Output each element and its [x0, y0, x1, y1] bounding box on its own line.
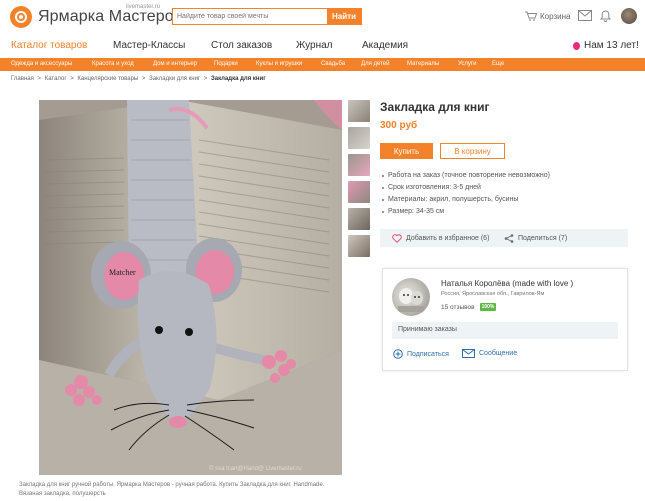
buy-button[interactable]: Купить: [380, 143, 433, 159]
breadcrumb-separator: >: [70, 76, 74, 82]
bell-icon[interactable]: [600, 10, 611, 22]
product-title: Закладка для книг: [380, 100, 490, 114]
thumbnail[interactable]: [348, 100, 370, 122]
product-photo[interactable]: Matcher © ssa tcan@Hand@ Livemaster.ru: [39, 100, 342, 475]
category-kids[interactable]: Для детей: [361, 61, 390, 67]
seller-location: Россия, Ярославская обл., Гаврилов-Ям: [441, 291, 545, 297]
nav-master-classes[interactable]: Мастер-Классы: [113, 40, 185, 51]
seller-reviews[interactable]: 15 отзывов 100%: [441, 303, 497, 311]
message-button[interactable]: Сообщение: [462, 349, 517, 358]
nav-journal[interactable]: Журнал: [296, 40, 333, 51]
logo-subtext: livemaster.ru: [126, 4, 161, 10]
promo-link[interactable]: Нам 13 лет!: [573, 40, 639, 51]
logo-icon: [10, 6, 32, 28]
category-beauty[interactable]: Красота и уход: [92, 61, 134, 67]
logo-text: Ярмарка Мастеров: [38, 8, 183, 25]
cart-icon: [525, 11, 537, 21]
thumbnail[interactable]: [348, 154, 370, 176]
thumbnail[interactable]: [348, 181, 370, 203]
rating-badge: 100%: [479, 303, 497, 311]
heart-icon: [392, 234, 402, 243]
thumbnail[interactable]: [348, 208, 370, 230]
category-services[interactable]: Услуги: [458, 61, 476, 67]
seller-name[interactable]: Наталья Королёва (made with love ): [441, 279, 573, 288]
cart-link[interactable]: Корзина: [525, 11, 570, 21]
breadcrumb-current: Закладка для книг: [210, 76, 266, 82]
nav-order-table[interactable]: Стол заказов: [211, 40, 272, 51]
product-actions: Добавить в избранное (6) Поделиться (7): [380, 229, 628, 247]
search-input[interactable]: [173, 9, 327, 24]
mouse-bookmark-image: Matcher © ssa tcan@Hand@ Livemaster.ru: [39, 100, 342, 475]
spec-item: Размер: 34-35 см: [380, 208, 630, 220]
category-materials[interactable]: Материалы: [407, 61, 439, 67]
balloon-icon: [573, 41, 580, 50]
share-label: Поделиться (7): [518, 235, 568, 242]
breadcrumb-bookmarks[interactable]: Закладки для книг: [149, 76, 200, 82]
seller-card: Наталья Королёва (made with love ) Росси…: [382, 268, 628, 371]
favorite-label: Добавить в избранное (6): [406, 235, 490, 242]
top-header: Ярмарка Мастеров livemaster.ru Найти Кор…: [0, 0, 645, 34]
message-label: Сообщение: [479, 350, 518, 357]
cart-label: Корзина: [540, 11, 571, 21]
nav-academy[interactable]: Академия: [362, 40, 408, 51]
category-wedding[interactable]: Свадьба: [321, 61, 345, 67]
share-button[interactable]: Поделиться (7): [504, 234, 567, 243]
category-nav: Одежда и аксессуары Красота и уход Дом и…: [0, 58, 645, 71]
product-specs: Работа на заказ (точное повторение невоз…: [380, 172, 630, 220]
product-price: 300 руб: [380, 120, 418, 131]
breadcrumb-catalog[interactable]: Каталог: [45, 76, 67, 82]
search-bar: Найти: [172, 8, 362, 25]
envelope-icon: [462, 349, 475, 358]
thumbnail[interactable]: [348, 235, 370, 257]
category-more[interactable]: Еще: [492, 61, 504, 67]
breadcrumb-home[interactable]: Главная: [11, 76, 34, 82]
site-logo[interactable]: Ярмарка Мастеров livemaster.ru: [10, 4, 183, 28]
spec-item: Работа на заказ (точное повторение невоз…: [380, 172, 630, 184]
mail-icon[interactable]: [578, 10, 592, 21]
seller-avatar-image: [398, 288, 424, 312]
breadcrumb-separator: >: [37, 76, 42, 82]
favorite-button[interactable]: Добавить в избранное (6): [392, 234, 489, 243]
orders-status: Принимаю заказы: [392, 322, 618, 339]
category-dolls[interactable]: Куклы и игрушки: [256, 61, 302, 67]
category-home[interactable]: Дом и интерьер: [153, 61, 197, 67]
seller-avatar[interactable]: [392, 278, 430, 316]
plus-circle-icon: [393, 349, 403, 359]
promo-label: Нам 13 лет!: [584, 40, 639, 51]
photo-watermark-site: © ssa tcan@Hand@ Livemaster.ru: [209, 465, 302, 472]
breadcrumb-separator: >: [141, 76, 146, 82]
breadcrumb-separator: >: [203, 76, 208, 82]
photo-watermark-author: Matcher: [109, 268, 136, 277]
nav-catalog[interactable]: Каталог товаров: [11, 40, 87, 51]
main-nav: Каталог товаров Мастер-Классы Стол заказ…: [0, 34, 645, 58]
thumbnail[interactable]: [348, 127, 370, 149]
photo-caption: Закладка для книг ручной работы. Ярмарка…: [19, 482, 325, 497]
spec-item: Срок изготовления: 3-5 дней: [380, 184, 630, 196]
breadcrumb: Главная > Каталог > Канцелярские товары …: [11, 76, 268, 82]
share-icon: [504, 234, 514, 243]
category-clothes[interactable]: Одежда и аксессуары: [11, 61, 72, 67]
add-to-cart-button[interactable]: В корзину: [440, 143, 505, 159]
search-button[interactable]: Найти: [327, 9, 361, 24]
subscribe-button[interactable]: Подписаться: [393, 349, 449, 359]
photo-thumbnails: [348, 100, 370, 262]
reviews-count: 15 отзывов: [441, 303, 475, 311]
user-avatar[interactable]: [621, 8, 637, 24]
spec-item: Материалы: акрил, полушерсть, бусины: [380, 196, 630, 208]
category-gifts[interactable]: Подарки: [214, 61, 238, 67]
breadcrumb-stationery[interactable]: Канцелярские товары: [77, 76, 138, 82]
subscribe-label: Подписаться: [407, 350, 449, 358]
